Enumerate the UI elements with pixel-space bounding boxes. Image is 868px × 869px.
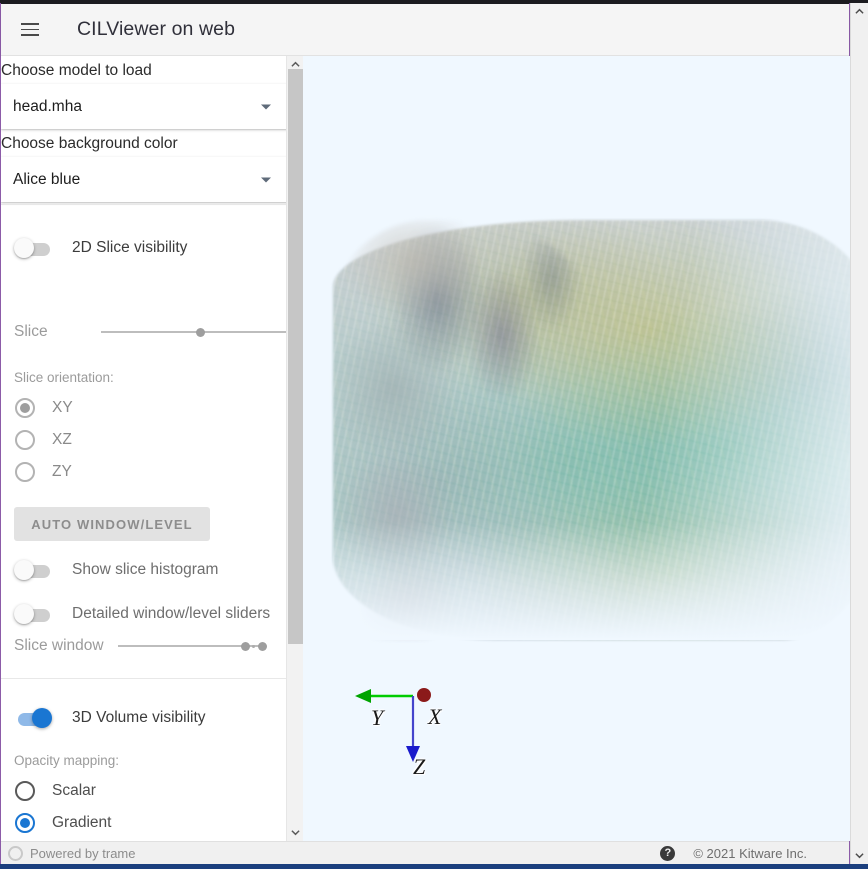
detailed-sliders-toggle-row: Detailed window/level sliders xyxy=(14,604,270,624)
histogram-toggle-row: Show slice histogram xyxy=(14,560,218,580)
volume-visibility-label: 3D Volume visibility xyxy=(72,709,206,726)
auto-window-level-button[interactable]: AUTO WINDOW/LEVEL xyxy=(14,507,210,541)
chevron-down-glyph xyxy=(291,830,300,836)
radio-opacity-gradient[interactable]: Gradient xyxy=(15,813,111,833)
app-header: CILViewer on web xyxy=(1,4,849,56)
menu-bar-3 xyxy=(21,34,39,36)
chevron-down-icon xyxy=(261,177,271,182)
slice-visibility-label: 2D Slice visibility xyxy=(72,239,188,256)
slice-visibility-toggle[interactable] xyxy=(14,238,54,258)
section-divider xyxy=(1,678,286,679)
chevron-down-icon[interactable] xyxy=(851,847,868,864)
volume-visibility-toggle[interactable] xyxy=(14,708,54,728)
slice-window-slider[interactable] xyxy=(117,636,268,656)
radio-ring xyxy=(15,781,35,801)
radio-label-zy: ZY xyxy=(52,463,72,480)
loading-circle-icon xyxy=(8,845,23,861)
sidebar-scrollbar[interactable] xyxy=(286,56,303,841)
render-viewport[interactable]: Y X Z xyxy=(303,56,850,841)
slider-thumb-low[interactable] xyxy=(240,641,250,651)
volume-bottom-fade xyxy=(333,220,850,640)
radio-orientation-xy[interactable]: XY xyxy=(15,398,73,418)
slice-visibility-toggle-row: 2D Slice visibility xyxy=(14,238,187,258)
y-axis-arrowhead xyxy=(355,689,371,703)
toggle-knob xyxy=(14,604,34,624)
show-histogram-label: Show slice histogram xyxy=(72,561,219,578)
radio-icon-selected xyxy=(15,813,35,833)
slice-slider-row: Slice xyxy=(14,322,301,342)
radio-icon-empty xyxy=(15,781,35,801)
footer-right-group: ? © 2021 Kitware Inc. xyxy=(660,845,807,861)
background-field-label: Choose background color xyxy=(1,135,178,152)
menu-bar-2 xyxy=(21,28,39,31)
hamburger-menu-icon[interactable] xyxy=(12,12,48,48)
detailed-sliders-toggle[interactable] xyxy=(14,604,54,624)
toggle-knob xyxy=(14,560,34,580)
chevron-down-icon xyxy=(261,104,271,109)
radio-label-xy: XY xyxy=(52,399,73,416)
chevron-up-glyph xyxy=(855,8,864,14)
radio-ring xyxy=(15,430,35,450)
sidebar-scrollbar-thumb[interactable] xyxy=(288,69,303,644)
model-field-label: Choose model to load xyxy=(1,62,152,79)
volume-visibility-toggle-row: 3D Volume visibility xyxy=(14,708,206,728)
slice-orientation-label: Slice orientation: xyxy=(14,370,114,385)
radio-icon-empty xyxy=(15,462,35,482)
slider-thumb-high[interactable] xyxy=(258,641,268,651)
chevron-down-glyph xyxy=(855,853,864,859)
radio-label-gradient: Gradient xyxy=(52,814,112,831)
app-footer: Powered by trame ? © 2021 Kitware Inc. xyxy=(1,841,849,864)
page-title: CILViewer on web xyxy=(77,18,236,40)
axis-orientation-widget: Y X Z xyxy=(343,648,473,779)
sidebar-panel: Choose model to load head.mha Choose bac… xyxy=(1,56,303,841)
radio-dot xyxy=(20,403,30,413)
radio-orientation-zy[interactable]: ZY xyxy=(15,462,72,482)
slice-window-slider-row: Slice window xyxy=(14,636,268,656)
background-color-select[interactable]: Alice blue xyxy=(1,157,289,202)
help-circle-icon[interactable]: ? xyxy=(660,845,676,861)
browser-scrollbar[interactable] xyxy=(850,3,868,864)
radio-icon-selected xyxy=(15,398,35,418)
slice-slider-label: Slice xyxy=(14,323,48,340)
detailed-sliders-label: Detailed window/level sliders xyxy=(72,605,271,622)
radio-icon-empty xyxy=(15,430,35,450)
menu-bar-1 xyxy=(21,23,39,25)
application-window: CILViewer on web Choose model to load he… xyxy=(0,0,868,869)
toggle-knob xyxy=(14,238,34,258)
radio-orientation-xz[interactable]: XZ xyxy=(15,430,72,450)
opacity-mapping-label: Opacity mapping: xyxy=(14,753,120,768)
x-axis-dot xyxy=(417,688,431,702)
chevron-up-icon[interactable] xyxy=(851,3,868,20)
model-select[interactable]: head.mha xyxy=(1,84,289,129)
toggle-knob xyxy=(32,708,52,728)
slice-slider[interactable] xyxy=(100,322,301,342)
section-divider xyxy=(1,204,286,205)
axis-arrows-svg xyxy=(355,688,431,762)
axis-label-z: Z xyxy=(413,754,426,779)
chevron-down-icon[interactable] xyxy=(287,824,303,841)
show-histogram-toggle[interactable] xyxy=(14,560,54,580)
model-select-value: head.mha xyxy=(13,97,82,115)
bottom-status-bar xyxy=(0,864,868,869)
slider-thumb[interactable] xyxy=(196,327,206,337)
radio-label-xz: XZ xyxy=(52,431,72,448)
radio-label-scalar: Scalar xyxy=(52,782,96,799)
volume-rendering xyxy=(333,220,850,640)
copyright-label: © 2021 Kitware Inc. xyxy=(693,845,807,861)
powered-by-label: Powered by trame xyxy=(30,845,136,861)
chevron-up-glyph xyxy=(291,61,300,67)
sidebar-content: Choose model to load head.mha Choose bac… xyxy=(1,56,301,841)
axis-label-x: X xyxy=(428,704,442,729)
radio-ring xyxy=(15,462,35,482)
background-select-value: Alice blue xyxy=(13,170,81,188)
slice-window-label: Slice window xyxy=(14,637,104,654)
axis-label-y: Y xyxy=(371,705,384,730)
radio-opacity-scalar[interactable]: Scalar xyxy=(15,781,96,801)
radio-dot xyxy=(20,818,30,828)
